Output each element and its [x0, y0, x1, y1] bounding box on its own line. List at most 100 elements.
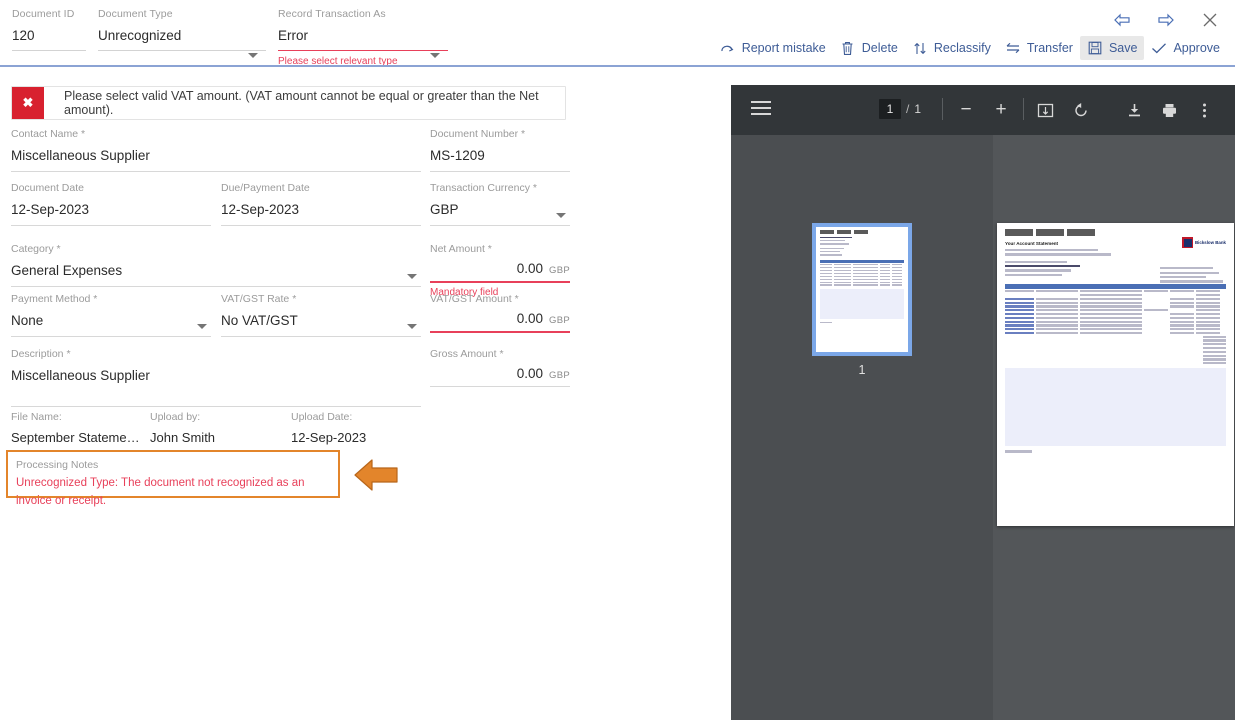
record-transaction-as-select[interactable]: Record Transaction As Error Please selec… [278, 8, 448, 67]
close-icon[interactable] [1199, 9, 1221, 31]
table-row [1005, 320, 1226, 323]
net-amount-field[interactable]: Net Amount * 0.00 GBP Mandatory field [430, 243, 570, 298]
zoom-out-button[interactable]: − [954, 98, 978, 122]
delete-label: Delete [861, 41, 898, 55]
category-value: General Expenses [11, 263, 123, 278]
table-row [1005, 294, 1226, 297]
document-number-value: MS-1209 [430, 148, 485, 163]
report-mistake-icon [720, 40, 736, 56]
document-content: Your Account Statement Bickslow Bank [997, 223, 1234, 526]
transaction-table [1005, 290, 1226, 365]
forward-arrow-icon[interactable] [1155, 9, 1177, 31]
transfer-icon [1005, 40, 1021, 56]
table-row [1005, 331, 1226, 335]
chevron-down-icon[interactable] [248, 53, 258, 59]
vat-gst-amount-value-row: 0.00 GBP [430, 311, 570, 326]
description-underline [11, 406, 421, 407]
page-navigation: 1 / 1 [879, 99, 921, 119]
error-icon: ✖ [12, 87, 44, 119]
payment-method-select[interactable]: Payment Method * None [11, 293, 211, 337]
annotation-arrow-icon [352, 455, 400, 495]
reclassify-icon [912, 40, 928, 56]
transaction-currency-label: Transaction Currency * [430, 182, 537, 194]
gross-amount-value-row: 0.00 GBP [430, 366, 570, 381]
report-mistake-label: Report mistake [741, 41, 826, 55]
delete-button[interactable]: Delete [833, 36, 905, 60]
transfer-label: Transfer [1026, 41, 1073, 55]
save-button[interactable]: Save [1079, 36, 1145, 60]
due-payment-date-field[interactable]: Due/Payment Date 12-Sep-2023 [221, 182, 421, 226]
net-amount-currency: GBP [549, 265, 570, 276]
reclassify-button[interactable]: Reclassify [905, 36, 998, 60]
vat-gst-amount-underline [430, 331, 570, 333]
gross-amount-currency: GBP [549, 370, 570, 381]
document-id-value: 120 [12, 28, 35, 43]
table-row [1005, 301, 1226, 304]
account-activity-header [1005, 283, 1226, 289]
chevron-down-icon[interactable] [556, 213, 566, 218]
chevron-down-icon[interactable] [407, 274, 417, 279]
transaction-currency-underline [430, 225, 570, 226]
transaction-currency-select[interactable]: Transaction Currency * GBP [430, 182, 570, 226]
print-icon[interactable] [1157, 98, 1181, 122]
report-mistake-button[interactable]: Report mistake [713, 36, 833, 60]
chevron-down-icon[interactable] [197, 324, 207, 329]
save-button-graphic [1036, 229, 1064, 236]
file-name-label: File Name: [11, 411, 62, 423]
document-footer [1005, 450, 1226, 453]
approve-label: Approve [1173, 41, 1220, 55]
contact-name-field[interactable]: Contact Name * Miscellaneous Supplier [11, 128, 421, 172]
vat-gst-amount-field[interactable]: VAT/GST Amount * 0.00 GBP [430, 293, 570, 333]
validation-banner-message: Please select valid VAT amount. (VAT amo… [64, 89, 539, 117]
processing-notes-value: Unrecognized Type: The document not reco… [16, 477, 305, 507]
fit-to-page-icon[interactable] [1033, 98, 1057, 122]
record-transaction-as-value: Error [278, 28, 308, 43]
save-label: Save [1108, 41, 1138, 55]
page-number-input[interactable]: 1 [879, 99, 901, 119]
payment-method-label: Payment Method * [11, 293, 98, 305]
vat-gst-rate-value: No VAT/GST [221, 313, 298, 328]
document-action-buttons [1005, 229, 1226, 236]
document-id-label: Document ID [12, 8, 75, 20]
action-toolbar: Report mistake Delete Reclassify Transfe… [713, 36, 1227, 60]
rotate-icon[interactable] [1069, 98, 1093, 122]
document-type-select[interactable]: Document Type Unrecognized [98, 8, 266, 67]
chevron-down-icon[interactable] [407, 324, 417, 329]
application-window: Document ID 120 Document Type Unrecogniz… [0, 0, 1235, 720]
thumbnail-content [816, 227, 908, 352]
vat-gst-rate-select[interactable]: VAT/GST Rate * No VAT/GST [221, 293, 421, 337]
net-amount-label: Net Amount * [430, 243, 492, 255]
upload-date-block: Upload Date: 12-Sep-2023 [291, 410, 431, 448]
table-header-row [1005, 290, 1226, 293]
chevron-down-icon[interactable] [430, 53, 440, 59]
document-date-value: 12-Sep-2023 [11, 202, 90, 217]
document-id-field[interactable]: Document ID 120 [12, 8, 86, 67]
back-arrow-icon[interactable] [1111, 9, 1133, 31]
table-row [1005, 297, 1226, 301]
category-select[interactable]: Category * General Expenses [11, 243, 421, 287]
reclassify-label: Reclassify [933, 41, 991, 55]
document-number-label: Document Number * [430, 128, 526, 140]
net-amount-underline [430, 281, 570, 283]
bank-name: Bickslow Bank [1195, 240, 1226, 245]
page-thumbnail-1[interactable] [812, 223, 912, 356]
transfer-button[interactable]: Transfer [998, 36, 1080, 60]
document-date-field[interactable]: Document Date 12-Sep-2023 [11, 182, 211, 226]
category-label: Category * [11, 243, 61, 255]
thumbnail-page-label: 1 [858, 363, 866, 377]
document-page-1[interactable]: Your Account Statement Bickslow Bank [997, 223, 1234, 526]
header-fields: Document ID 120 Document Type Unrecogniz… [12, 8, 448, 67]
document-issue-info [1005, 249, 1226, 256]
description-field[interactable]: Description * Miscellaneous Supplier [11, 348, 421, 407]
more-options-icon[interactable] [1192, 98, 1216, 122]
pdf-viewer: 1 / 1 − + 1 Your Account Statement Bicks… [731, 85, 1235, 720]
zoom-in-button[interactable]: + [989, 98, 1013, 122]
gross-amount-field[interactable]: Gross Amount * 0.00 GBP [430, 348, 570, 387]
hamburger-menu-icon[interactable] [751, 101, 771, 119]
record-transaction-as-label: Record Transaction As [278, 8, 386, 20]
download-icon[interactable] [1122, 98, 1146, 122]
approve-button[interactable]: Approve [1144, 36, 1227, 60]
document-number-field[interactable]: Document Number * MS-1209 [430, 128, 570, 172]
vat-gst-rate-label: VAT/GST Rate * [221, 293, 297, 305]
table-row [1005, 335, 1226, 338]
